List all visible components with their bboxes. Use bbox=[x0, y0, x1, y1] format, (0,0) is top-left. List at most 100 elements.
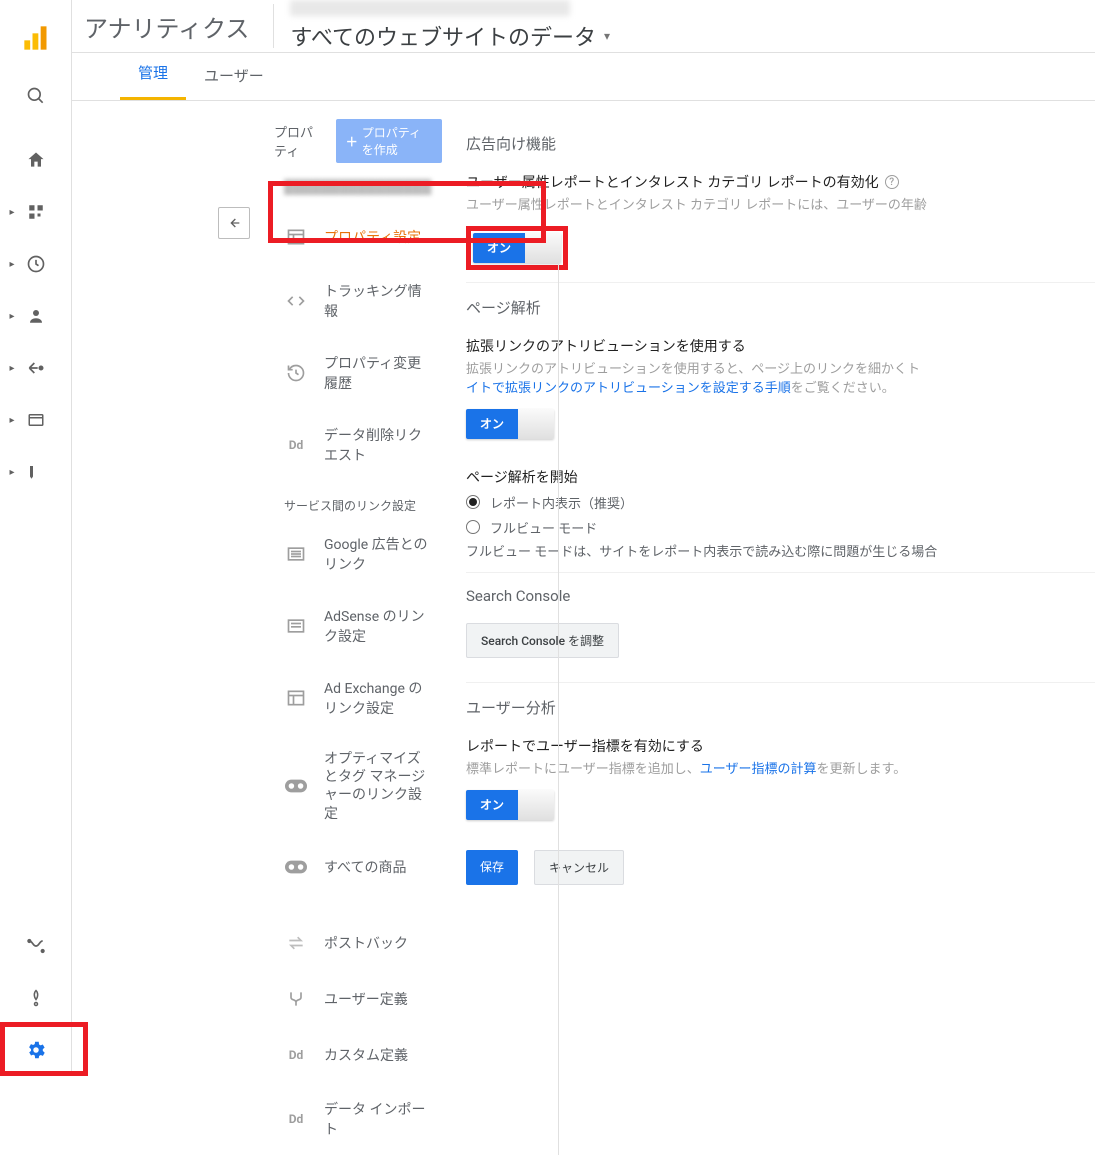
chevron-down-icon: ▾ bbox=[604, 29, 610, 43]
divider bbox=[466, 572, 1095, 573]
create-property-button[interactable]: ＋ プロパティを作成 bbox=[336, 119, 442, 163]
dd-icon: Dd bbox=[284, 433, 308, 457]
history-icon bbox=[284, 361, 308, 385]
nav-section-links: サービス間のリンク設定 bbox=[208, 481, 442, 518]
divider bbox=[273, 4, 274, 48]
nav-adsense-link[interactable]: AdSense のリンク設定 bbox=[274, 590, 442, 662]
nav-label: データ削除リクエスト bbox=[324, 425, 432, 465]
discover-icon[interactable] bbox=[12, 974, 60, 1022]
nav-google-ads-link[interactable]: Google 広告とのリンク bbox=[274, 518, 442, 590]
code-icon bbox=[284, 289, 308, 313]
enhanced-link-doc-link[interactable]: イトで拡張リンクのアトリビューションを設定する手順 bbox=[466, 381, 791, 396]
nav-label: オプティマイズとタグ マネージャーのリンク設定 bbox=[324, 750, 432, 823]
product-name: アナリティクス bbox=[84, 9, 249, 44]
attribution-icon[interactable] bbox=[12, 922, 60, 970]
toggle-knob bbox=[525, 233, 561, 263]
start-analysis-label: ページ解析を開始 bbox=[466, 467, 1095, 487]
nav-adexchange-link[interactable]: Ad Exchange のリンク設定 bbox=[274, 662, 442, 734]
radio-label: レポート内表示（推奨） bbox=[490, 493, 633, 512]
nav-user-defined[interactable]: ユーザー定義 bbox=[274, 971, 442, 1027]
nav-label: プロパティ変更履歴 bbox=[324, 353, 432, 393]
user-metrics-doc-link[interactable]: ユーザー指標の計算 bbox=[700, 762, 817, 777]
tab-user[interactable]: ユーザー bbox=[186, 51, 282, 100]
full-view-note: フルビュー モードは、サイトをレポート内表示で読み込む際に問題が生じる場合 bbox=[466, 543, 1095, 563]
audience-icon[interactable] bbox=[12, 292, 60, 340]
view-selector[interactable]: すべてのウェブサイトのデータ ▾ bbox=[290, 20, 610, 52]
highlight-box-toggle: オン bbox=[466, 226, 568, 270]
radio-label: フルビュー モード bbox=[490, 518, 597, 537]
toggle-on-label: オン bbox=[466, 409, 518, 439]
nav-optimize-link[interactable]: オプティマイズとタグ マネージャーのリンク設定 bbox=[274, 734, 442, 839]
column-divider bbox=[558, 261, 559, 1155]
nav-label: トラッキング情報 bbox=[324, 281, 432, 321]
link-icon bbox=[284, 855, 308, 879]
enhanced-link-label: 拡張リンクのアトリビューションを使用する bbox=[466, 336, 1095, 356]
nav-label: すべての商品 bbox=[324, 857, 406, 877]
nav-change-history[interactable]: プロパティ変更履歴 bbox=[274, 337, 442, 409]
layout-icon bbox=[284, 686, 308, 710]
user-metrics-label: レポートでユーザー指標を有効にする bbox=[466, 736, 1095, 756]
toggle-on-label: オン bbox=[466, 790, 518, 820]
analytics-logo-icon bbox=[22, 24, 50, 56]
plus-icon: ＋ bbox=[346, 133, 358, 150]
nav-label: ユーザー定義 bbox=[324, 989, 408, 1009]
radio-icon bbox=[466, 495, 480, 509]
radio-icon bbox=[466, 520, 480, 534]
user-metrics-toggle[interactable]: オン bbox=[466, 790, 554, 820]
search-icon[interactable] bbox=[12, 72, 60, 120]
tab-admin[interactable]: 管理 bbox=[120, 48, 186, 100]
nav-label: データ インポート bbox=[324, 1099, 432, 1139]
property-name-redacted: ████████████████ bbox=[284, 179, 442, 195]
nav-postback[interactable]: ポストバック bbox=[274, 915, 442, 971]
nav-tracking-info[interactable]: トラッキング情報 bbox=[274, 265, 442, 337]
cancel-button[interactable]: キャンセル bbox=[534, 850, 624, 885]
demographics-desc: ユーザー属性レポートとインタレスト カテゴリ レポートには、ユーザーの年齢 bbox=[466, 196, 1095, 216]
save-button[interactable]: 保存 bbox=[466, 850, 518, 885]
column-title: プロパティ bbox=[274, 122, 324, 160]
section-page-analysis: ページ解析 bbox=[466, 297, 1095, 318]
nav-label: Google 広告とのリンク bbox=[324, 534, 432, 574]
divider bbox=[466, 682, 1095, 683]
search-console-adjust-button[interactable]: Search Console を調整 bbox=[466, 623, 619, 658]
nav-all-products[interactable]: すべての商品 bbox=[274, 839, 442, 895]
section-user-analysis: ユーザー分析 bbox=[466, 697, 1095, 718]
nav-label: Ad Exchange のリンク設定 bbox=[324, 678, 432, 718]
dd-icon: Dd bbox=[284, 1107, 308, 1131]
conversions-icon[interactable] bbox=[12, 448, 60, 496]
enhanced-link-toggle[interactable]: オン bbox=[466, 409, 554, 439]
section-ad-features: 広告向け機能 bbox=[466, 133, 1095, 154]
user-metrics-desc: 標準レポートにユーザー指標を追加し、ユーザー指標の計算を更新します。 bbox=[466, 760, 1095, 780]
realtime-icon[interactable] bbox=[12, 240, 60, 288]
list-icon bbox=[284, 542, 308, 566]
back-button[interactable] bbox=[218, 207, 250, 239]
admin-tabs: 管理 ユーザー bbox=[72, 53, 1095, 101]
toggle-knob bbox=[518, 409, 554, 439]
layout-icon bbox=[284, 225, 308, 249]
help-icon[interactable]: ? bbox=[885, 175, 899, 189]
nav-property-settings[interactable]: プロパティ設定 bbox=[274, 209, 442, 265]
section-search-console: Search Console bbox=[466, 587, 1095, 605]
home-icon[interactable] bbox=[12, 136, 60, 184]
acquisition-icon[interactable] bbox=[12, 344, 60, 392]
nav-data-import[interactable]: Dd データ インポート bbox=[274, 1083, 442, 1155]
radio-in-report[interactable]: レポート内表示（推奨） bbox=[466, 493, 1095, 512]
behavior-icon[interactable] bbox=[12, 396, 60, 444]
nav-custom-definitions[interactable]: Dd カスタム定義 bbox=[274, 1027, 442, 1083]
customization-icon[interactable] bbox=[12, 188, 60, 236]
nav-data-deletion[interactable]: Dd データ削除リクエスト bbox=[274, 409, 442, 481]
swap-icon bbox=[284, 931, 308, 955]
demographics-toggle[interactable]: オン bbox=[473, 233, 561, 263]
divider bbox=[466, 282, 1095, 283]
nav-label: AdSense のリンク設定 bbox=[324, 606, 432, 646]
list-icon bbox=[284, 614, 308, 638]
radio-full-view[interactable]: フルビュー モード bbox=[466, 518, 1095, 537]
view-name: すべてのウェブサイトのデータ bbox=[290, 20, 596, 52]
nav-label: ポストバック bbox=[324, 933, 408, 953]
account-name-redacted bbox=[290, 0, 570, 16]
link-icon bbox=[284, 774, 308, 798]
nav-label: カスタム定義 bbox=[324, 1045, 408, 1065]
nav-label: プロパティ設定 bbox=[324, 227, 421, 247]
create-property-label: プロパティを作成 bbox=[362, 124, 432, 158]
enhanced-link-desc: 拡張リンクのアトリビューションを使用すると、ページ上のリンクを細かくト イトで拡… bbox=[466, 360, 1095, 399]
app-header: アナリティクス すべてのウェブサイトのデータ ▾ bbox=[72, 0, 1095, 53]
